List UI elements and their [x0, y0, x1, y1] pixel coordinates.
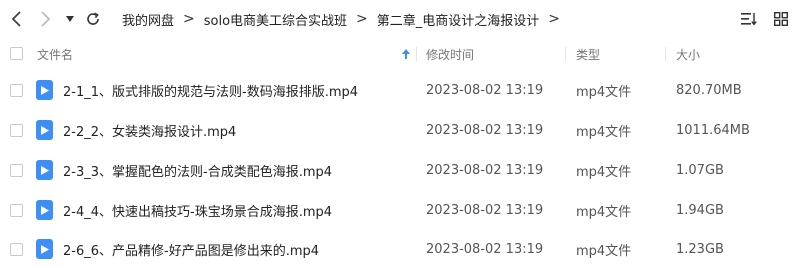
file-modified: 2023-08-02 13:19: [426, 242, 544, 257]
file-type: mp4文件: [576, 244, 632, 259]
file-type: mp4文件: [576, 205, 632, 220]
file-type: mp4文件: [576, 165, 632, 180]
select-all-checkbox[interactable]: [10, 47, 23, 60]
sort-ascending-icon[interactable]: [402, 39, 410, 69]
play-icon: [40, 205, 49, 215]
file-row[interactable]: 2-1_1、版式排版的规范与法则-数码海报排版.mp4 2023-08-02 1…: [0, 71, 800, 110]
breadcrumb-item-current-folder[interactable]: 第二章_电商设计之海报设计: [377, 10, 540, 29]
refresh-button[interactable]: [84, 10, 102, 28]
file-size: 1.94GB: [676, 203, 724, 218]
row-checkbox[interactable]: [10, 164, 23, 177]
file-type: mp4文件: [576, 125, 632, 140]
column-header-modified[interactable]: 修改时间: [426, 39, 474, 69]
play-icon: [40, 125, 49, 135]
file-modified: 2023-08-02 13:19: [426, 163, 544, 178]
file-modified: 2023-08-02 13:19: [426, 83, 544, 98]
navigation-bar: 我的网盘 > solo电商美工综合实战班 > 第二章_电商设计之海报设计 >: [0, 0, 800, 38]
video-file-icon: [36, 80, 53, 100]
breadcrumb-separator: >: [356, 11, 368, 27]
file-size: 820.70MB: [676, 83, 742, 98]
file-modified: 2023-08-02 13:19: [426, 123, 544, 138]
play-icon: [40, 165, 49, 175]
breadcrumb-item-my-drive[interactable]: 我的网盘: [122, 10, 174, 29]
column-header-type[interactable]: 类型: [576, 39, 600, 69]
breadcrumb-separator: >: [548, 11, 561, 27]
file-name[interactable]: 2-2_2、女装类海报设计.mp4: [63, 111, 236, 150]
column-header-name[interactable]: 文件名: [37, 39, 73, 69]
row-checkbox[interactable]: [10, 204, 23, 217]
caret-down-icon: [66, 16, 74, 22]
column-divider[interactable]: [665, 47, 666, 61]
file-list-header: 文件名 修改时间 类型 大小: [0, 39, 800, 69]
file-type: mp4文件: [576, 85, 632, 100]
forward-button[interactable]: [36, 10, 54, 28]
row-checkbox[interactable]: [10, 84, 23, 97]
sort-list-icon: [741, 13, 757, 26]
row-checkbox[interactable]: [10, 243, 23, 256]
file-row[interactable]: 2-3_3、掌握配色的法则-合成类配色海报.mp4 2023-08-02 13:…: [0, 151, 800, 190]
column-divider[interactable]: [416, 47, 417, 61]
file-name[interactable]: 2-3_3、掌握配色的法则-合成类配色海报.mp4: [63, 151, 332, 190]
column-header-size[interactable]: 大小: [676, 39, 700, 69]
file-name[interactable]: 2-1_1、版式排版的规范与法则-数码海报排版.mp4: [63, 71, 358, 110]
video-file-icon: [36, 239, 53, 259]
breadcrumb-item-course[interactable]: solo电商美工综合实战班: [204, 10, 347, 29]
chevron-right-icon: [41, 11, 51, 27]
file-size: 1.07GB: [676, 163, 724, 178]
file-size: 1011.64MB: [676, 123, 750, 138]
file-name[interactable]: 2-6_6、产品精修-好产品图是修出来的.mp4: [63, 230, 319, 269]
breadcrumb-separator: >: [183, 11, 195, 27]
refresh-icon: [87, 12, 99, 25]
file-size: 1.23GB: [676, 242, 724, 257]
video-file-icon: [36, 200, 53, 220]
grid-icon: [774, 12, 788, 26]
breadcrumb: 我的网盘 > solo电商美工综合实战班 > 第二章_电商设计之海报设计 >: [122, 0, 569, 38]
file-modified: 2023-08-02 13:19: [426, 203, 544, 218]
view-tools: [740, 0, 790, 38]
file-row[interactable]: 2-4_4、快速出稿技巧-珠宝场景合成海报.mp4 2023-08-02 13:…: [0, 191, 800, 230]
play-icon: [40, 85, 49, 95]
grid-view-button[interactable]: [772, 10, 790, 28]
play-icon: [40, 244, 49, 254]
sort-options-button[interactable]: [740, 10, 758, 28]
file-name[interactable]: 2-4_4、快速出稿技巧-珠宝场景合成海报.mp4: [63, 191, 332, 230]
chevron-left-icon: [11, 11, 21, 27]
file-row[interactable]: 2-6_6、产品精修-好产品图是修出来的.mp4 2023-08-02 13:1…: [0, 230, 800, 269]
history-dropdown-button[interactable]: [63, 12, 77, 26]
column-divider[interactable]: [565, 47, 566, 61]
back-button[interactable]: [8, 10, 26, 28]
video-file-icon: [36, 120, 53, 140]
row-checkbox[interactable]: [10, 124, 23, 137]
file-row[interactable]: 2-2_2、女装类海报设计.mp4 2023-08-02 13:19 mp4文件…: [0, 111, 800, 150]
video-file-icon: [36, 160, 53, 180]
